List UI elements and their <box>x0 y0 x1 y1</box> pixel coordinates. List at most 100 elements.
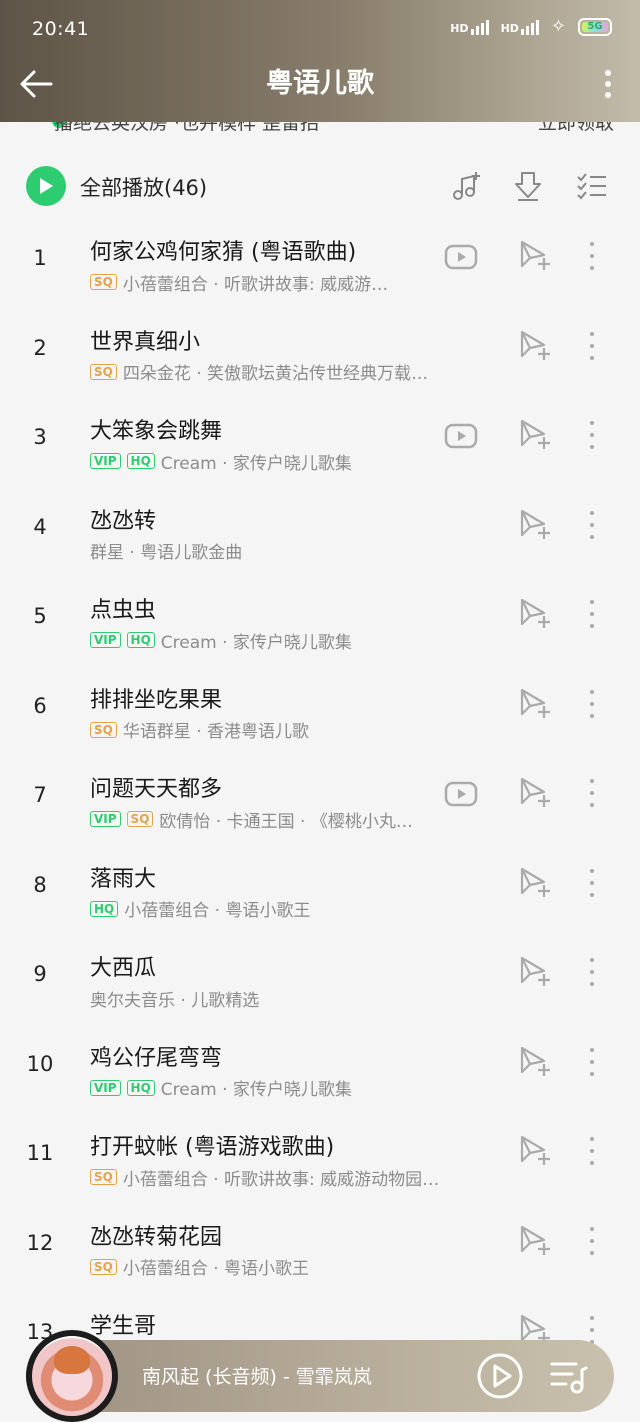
add-to-playlist-icon[interactable] <box>518 507 552 541</box>
track-row[interactable]: 7 问题天天都多 VIP SQ 欧倩怡 · 卡通王国 · 《樱桃小丸… <box>0 761 640 851</box>
track-row[interactable]: 10 鸡公仔尾弯弯 VIP HQ Cream · 家传户晓儿歌集 <box>0 1030 640 1120</box>
track-row[interactable]: 12 氹氹转菊花园 SQ 小蓓蕾组合 · 粤语小歌王 <box>0 1209 640 1299</box>
more-menu-button[interactable] <box>598 66 618 102</box>
track-meta: SQ 小蓓蕾组合 · 粤语小歌王 <box>90 1256 309 1278</box>
artist-album-text: 小蓓蕾组合 · 粤语小歌王 <box>124 901 311 920</box>
track-number: 2 <box>33 335 47 360</box>
vip-badge: VIP <box>90 811 121 827</box>
add-to-playlist-icon[interactable] <box>518 328 552 362</box>
status-icons: HD HD ✧ 5G <box>450 16 612 37</box>
mini-player[interactable]: 南风起 (长音频) - 雪霏岚岚 <box>26 1330 614 1422</box>
track-title[interactable]: 学生哥 <box>90 1308 156 1340</box>
track-number: 3 <box>33 425 47 449</box>
add-to-playlist-icon[interactable] <box>518 596 552 630</box>
track-meta: VIP HQ Cream · 家传户晓儿歌集 <box>90 629 352 651</box>
track-row[interactable]: 8 落雨大 HQ 小蓓蕾组合 · 粤语小歌王 <box>0 851 640 941</box>
artist-album-text: Cream · 家传户晓儿歌集 <box>160 632 352 652</box>
track-title[interactable]: 问题天天都多 <box>90 771 222 803</box>
track-row[interactable]: 5 点虫虫 VIP HQ Cream · 家传户晓儿歌集 <box>0 582 640 672</box>
track-title[interactable]: 鸡公仔尾弯弯 <box>90 1040 222 1072</box>
mv-video-icon[interactable] <box>444 240 478 274</box>
track-title[interactable]: 氹氹转菊花园 <box>90 1219 222 1251</box>
play-pause-button[interactable] <box>476 1352 524 1400</box>
track-number: 1 <box>33 246 47 270</box>
sparkle-icon: ✧ <box>550 16 566 37</box>
track-meta: VIP HQ Cream · 家传户晓儿歌集 <box>90 450 352 472</box>
add-to-playlist-icon[interactable] <box>518 865 552 899</box>
multi-select-icon[interactable] <box>576 170 608 202</box>
track-more-button[interactable] <box>582 686 602 722</box>
track-title[interactable]: 排排坐吃果果 <box>90 682 222 714</box>
track-more-button[interactable] <box>582 775 602 811</box>
sq-badge: SQ <box>90 274 117 290</box>
track-row[interactable]: 11 打开蚊帐 (粤语游戏歌曲) SQ 小蓓蕾组合 · 听歌讲故事: 威威游动物园-… <box>0 1119 640 1209</box>
track-more-button[interactable] <box>582 1223 602 1259</box>
vip-badge: VIP <box>90 1079 121 1096</box>
track-row[interactable]: 2 世界真细小 SQ 四朵金花 · 笑傲歌坛黄沾传世经典万载千… <box>0 314 640 404</box>
track-row[interactable]: 4 氹氹转群星 · 粤语儿歌金曲 <box>0 493 640 583</box>
track-more-button[interactable] <box>582 1044 602 1080</box>
mv-video-icon[interactable] <box>444 419 478 453</box>
track-meta: VIP HQ Cream · 家传户晓儿歌集 <box>90 1077 352 1099</box>
track-row[interactable]: 9 大西瓜 奥尔夫音乐 · 儿歌精选 <box>0 940 640 1030</box>
add-to-playlist-icon[interactable] <box>518 417 552 451</box>
track-more-button[interactable] <box>582 507 602 543</box>
track-title[interactable]: 大笨象会跳舞 <box>90 413 222 445</box>
promo-strip[interactable]: 播绝去英汉房 ·也并模样 歪雷招 立即领取 <box>54 122 614 134</box>
add-to-playlist-icon[interactable] <box>518 1223 552 1257</box>
track-title[interactable]: 世界真细小 <box>90 324 200 356</box>
sq-badge: SQ <box>90 1169 117 1185</box>
track-title[interactable]: 氹氹转 <box>90 503 156 535</box>
track-title[interactable]: 何家公鸡何家猜 (粤语歌曲) <box>90 234 356 266</box>
hq-badge: HQ <box>126 453 155 469</box>
track-number: 7 <box>33 783 47 807</box>
sq-badge: SQ <box>126 811 154 827</box>
mv-video-icon[interactable] <box>444 777 478 811</box>
battery-icon: 5G <box>578 17 612 36</box>
track-number: 9 <box>33 962 47 986</box>
track-title[interactable]: 大西瓜 <box>90 950 156 982</box>
artist-album-text: 小蓓蕾组合 · 听歌讲故事: 威威游… <box>122 274 389 294</box>
track-more-button[interactable] <box>582 865 602 901</box>
track-more-button[interactable] <box>582 1133 602 1169</box>
play-all-button[interactable] <box>26 166 66 206</box>
sq-badge: SQ <box>90 721 117 738</box>
track-number: 10 <box>26 1051 54 1076</box>
track-more-button[interactable] <box>582 596 602 632</box>
track-meta: 群星 · 粤语儿歌金曲 <box>90 540 242 562</box>
add-to-playlist-icon[interactable] <box>518 1044 552 1078</box>
playlist-icon[interactable] <box>548 1356 588 1396</box>
app-header: 20:41 HD HD ✧ 5G 粤语儿歌 <box>0 0 640 122</box>
track-row[interactable]: 6 排排坐吃果果 SQ 华语群星 · 香港粤语儿歌 <box>0 672 640 762</box>
play-all-row: 全部播放(46) <box>0 158 640 214</box>
track-meta: SQ 小蓓蕾组合 · 听歌讲故事: 威威游… <box>90 271 388 293</box>
now-playing-text[interactable]: 南风起 (长音频) - 雪霏岚岚 <box>142 1362 372 1389</box>
play-all-label[interactable]: 全部播放(46) <box>80 172 207 202</box>
artist-album-text: 群星 · 粤语儿歌金曲 <box>90 543 243 562</box>
artist-album-text: 小蓓蕾组合 · 听歌讲故事: 威威游动物园-… <box>122 1169 440 1189</box>
add-to-playlist-icon[interactable] <box>518 238 552 272</box>
track-number: 12 <box>26 1230 54 1255</box>
track-title[interactable]: 点虫虫 <box>90 592 156 624</box>
add-music-icon[interactable] <box>450 170 482 202</box>
add-to-playlist-icon[interactable] <box>518 775 552 809</box>
add-to-playlist-icon[interactable] <box>518 686 552 720</box>
track-row[interactable]: 3 大笨象会跳舞 VIP HQ Cream · 家传户晓儿歌集 <box>0 403 640 493</box>
track-title[interactable]: 落雨大 <box>90 861 156 893</box>
add-to-playlist-icon[interactable] <box>518 1133 552 1167</box>
track-more-button[interactable] <box>582 954 602 990</box>
artist-album-text: 小蓓蕾组合 · 粤语小歌王 <box>122 1259 310 1278</box>
track-title[interactable]: 打开蚊帐 (粤语游戏歌曲) <box>90 1129 334 1161</box>
track-meta: SQ 小蓓蕾组合 · 听歌讲故事: 威威游动物园-… <box>90 1166 440 1188</box>
track-more-button[interactable] <box>582 238 602 274</box>
signal-icon: HD <box>450 19 489 35</box>
track-meta: VIP SQ 欧倩怡 · 卡通王国 · 《樱桃小丸… <box>90 808 413 830</box>
track-row[interactable]: 1 何家公鸡何家猜 (粤语歌曲) SQ 小蓓蕾组合 · 听歌讲故事: 威威游… <box>0 224 640 314</box>
track-more-button[interactable] <box>582 328 602 364</box>
track-number: 4 <box>33 514 47 539</box>
album-cover[interactable] <box>26 1330 118 1422</box>
track-meta: HQ 小蓓蕾组合 · 粤语小歌王 <box>90 898 310 920</box>
download-icon[interactable] <box>512 170 544 202</box>
add-to-playlist-icon[interactable] <box>518 954 552 988</box>
track-more-button[interactable] <box>582 417 602 453</box>
